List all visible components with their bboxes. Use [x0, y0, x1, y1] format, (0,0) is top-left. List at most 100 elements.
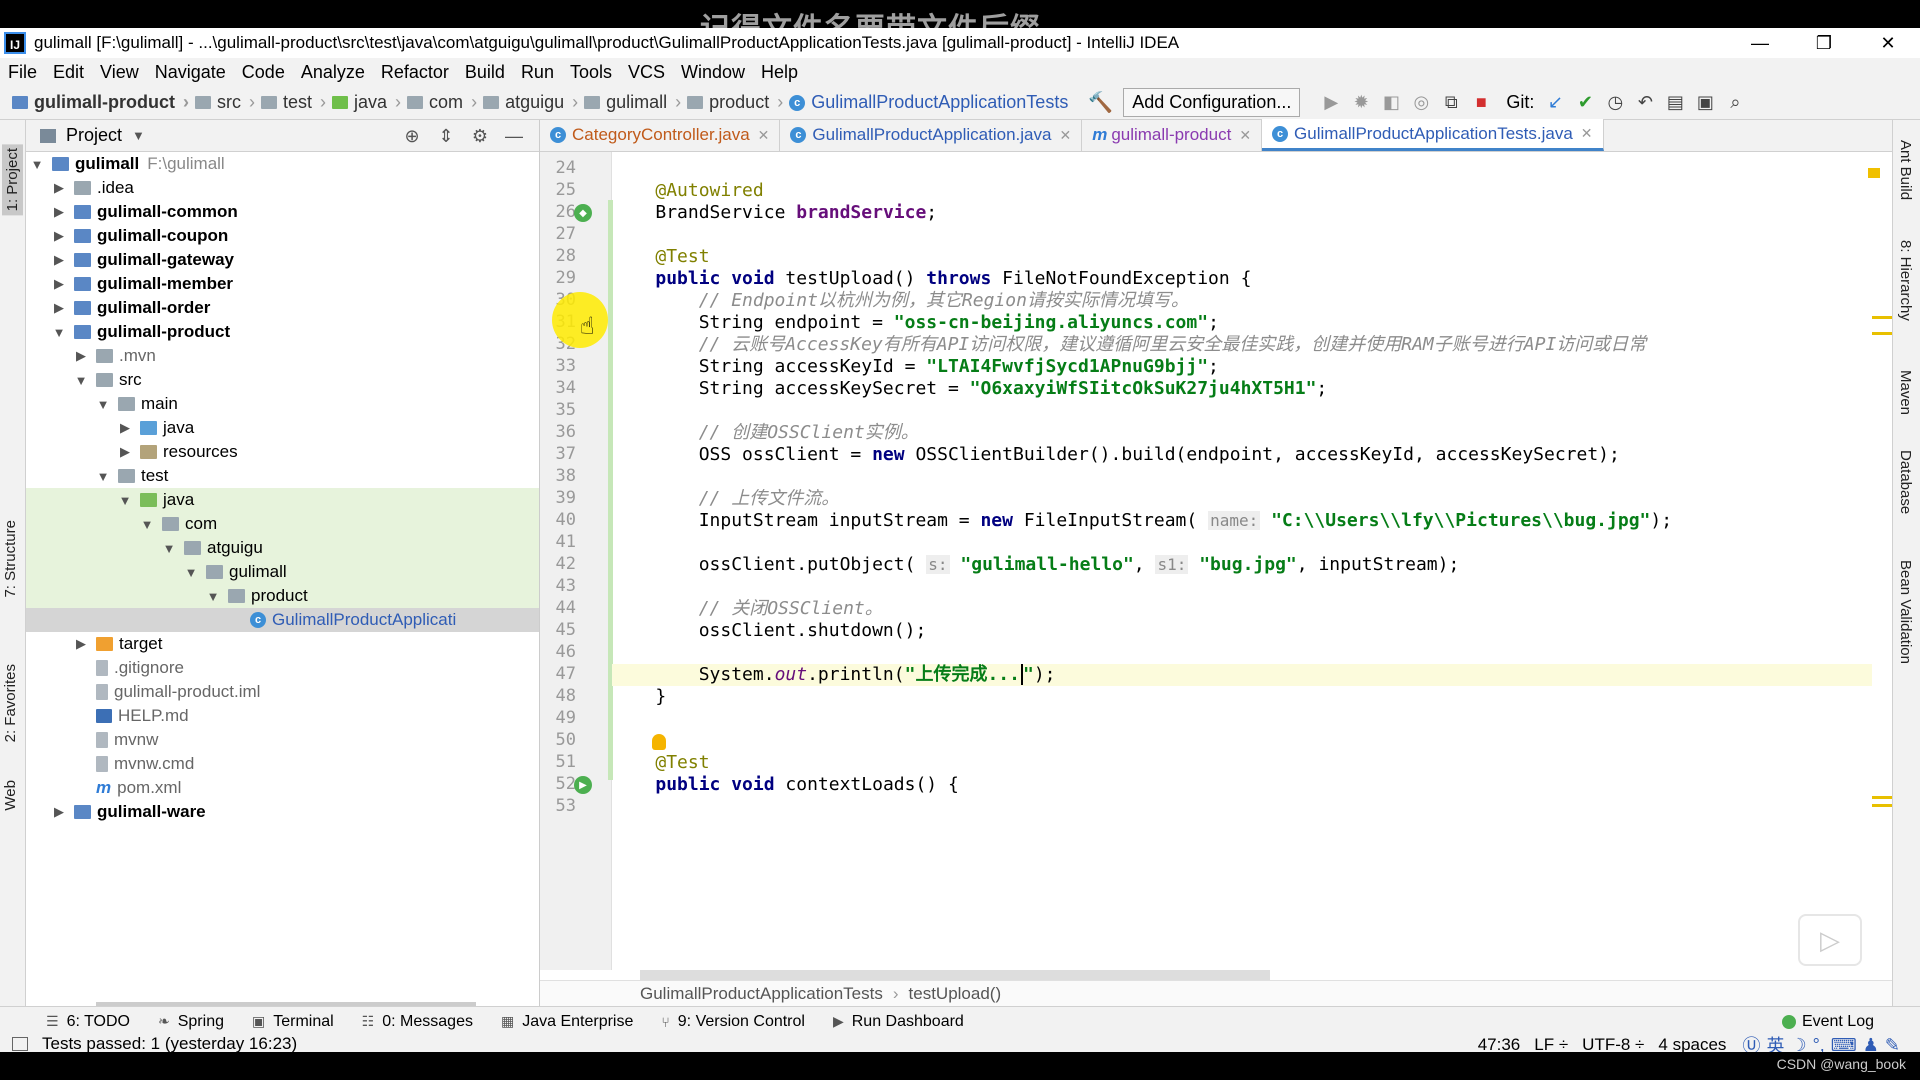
java-enterprise-tool-button[interactable]: ▦ Java Enterprise	[501, 1013, 633, 1031]
chevron-right-icon[interactable]: ▶	[118, 420, 132, 436]
tree-item-gulimall-common[interactable]: ▶ gulimall-common	[26, 200, 539, 224]
chevron-down-icon[interactable]: ▼	[52, 325, 66, 340]
database-tool-tab[interactable]: Database	[1897, 450, 1914, 514]
debug-icon[interactable]: ✹	[1346, 92, 1376, 113]
tree-item-atguigu[interactable]: ▼ atguigu	[26, 536, 539, 560]
locate-icon[interactable]: ⊕	[395, 126, 429, 147]
inspection-status-icon[interactable]	[1868, 168, 1880, 178]
tree-item-target[interactable]: ▶ target	[26, 632, 539, 656]
chevron-right-icon[interactable]: ▶	[74, 636, 88, 652]
event-log-button[interactable]: Event Log	[1781, 1013, 1874, 1031]
nav-crumb-java[interactable]: java ›	[332, 92, 401, 113]
git-rollback-icon[interactable]: ↶	[1630, 92, 1660, 113]
tree-item-gulimall-ware[interactable]: ▶ gulimall-ware	[26, 800, 539, 824]
chevron-right-icon[interactable]: ▶	[52, 276, 66, 292]
git-update-icon[interactable]: ↙	[1540, 92, 1570, 113]
gear-icon[interactable]: ⚙	[463, 126, 497, 147]
spring-tool-button[interactable]: ❧ Spring	[158, 1013, 224, 1031]
tree-item-mvnw[interactable]: mvnw	[26, 728, 539, 752]
nav-crumb-class[interactable]: c GulimallProductApplicationTests	[789, 92, 1068, 113]
tab-application-tests[interactable]: c GulimallProductApplicationTests.java ✕	[1262, 119, 1604, 151]
tree-item-gitignore[interactable]: .gitignore	[26, 656, 539, 680]
coverage-icon[interactable]: ◧	[1376, 92, 1406, 113]
tree-item-help-md[interactable]: HELP.md	[26, 704, 539, 728]
tree-item-gulimall-product[interactable]: ▼ gulimall-product	[26, 320, 539, 344]
tree-item-test-java[interactable]: ▼ java	[26, 488, 539, 512]
editor-horizontal-scrollbar[interactable]	[640, 970, 1270, 980]
nav-crumb-test[interactable]: test ›	[261, 92, 326, 113]
search-icon[interactable]: ⌕	[1720, 92, 1750, 113]
moon-icon[interactable]: ☽	[1790, 1035, 1806, 1053]
tree-item-iml[interactable]: gulimall-product.iml	[26, 680, 539, 704]
hierarchy-tool-tab[interactable]: 8: Hierarchy	[1897, 240, 1914, 321]
menu-build[interactable]: Build	[465, 62, 505, 83]
version-control-tool-button[interactable]: ⑂ 9: Version Control	[661, 1013, 805, 1031]
chevron-down-icon[interactable]: ▼	[132, 128, 145, 143]
maven-tool-tab[interactable]: Maven	[1897, 370, 1914, 415]
presentation-icon[interactable]: ▣	[1690, 92, 1720, 113]
line-number-gutter[interactable]: 24 25 26 27 28 29 30 31 32 33 34 35 36 3…	[540, 152, 613, 970]
menu-view[interactable]: View	[100, 62, 139, 83]
lightbulb-icon[interactable]	[652, 734, 666, 750]
breadcrumb-method[interactable]: testUpload()	[909, 984, 1002, 1004]
close-tab-icon[interactable]: ✕	[1581, 125, 1593, 142]
restore-button[interactable]: ❐	[1792, 28, 1856, 58]
build-project-icon[interactable]: ⧉	[1436, 92, 1466, 113]
run-dashboard-tool-button[interactable]: ▶ Run Dashboard	[833, 1013, 964, 1031]
tree-item-gulimall-coupon[interactable]: ▶ gulimall-coupon	[26, 224, 539, 248]
breadcrumb-class[interactable]: GulimallProductApplicationTests	[640, 984, 883, 1004]
minimize-button[interactable]: —	[1728, 28, 1792, 58]
code-editor[interactable]: @Autowired BrandService brandService; @T…	[612, 152, 1872, 970]
chevron-down-icon[interactable]: ▼	[118, 493, 132, 508]
git-history-icon[interactable]: ◷	[1600, 92, 1630, 113]
tree-item-com[interactable]: ▼ com	[26, 512, 539, 536]
bean-validation-tool-tab[interactable]: Bean Validation	[1897, 560, 1914, 664]
menu-navigate[interactable]: Navigate	[155, 62, 226, 83]
nav-crumb-gulimall[interactable]: gulimall ›	[584, 92, 681, 113]
tab-category-controller[interactable]: c CategoryController.java ✕	[540, 119, 781, 151]
chevron-right-icon[interactable]: ▶	[52, 180, 66, 196]
structure-tool-tab[interactable]: 7: Structure	[2, 520, 19, 598]
close-tab-icon[interactable]: ✕	[1239, 127, 1251, 144]
add-configuration-button[interactable]: Add Configuration...	[1123, 88, 1301, 117]
collapse-all-icon[interactable]: ⇕	[429, 126, 463, 147]
todo-tool-button[interactable]: ☰ 6: TODO	[46, 1013, 130, 1031]
terminal-tool-button[interactable]: ▣ Terminal	[252, 1013, 334, 1031]
tree-item-pkg-product[interactable]: ▼ product	[26, 584, 539, 608]
menu-vcs[interactable]: VCS	[628, 62, 665, 83]
menu-refactor[interactable]: Refactor	[381, 62, 449, 83]
tree-item-mvn[interactable]: ▶ .mvn	[26, 344, 539, 368]
tree-item-mvnw-cmd[interactable]: mvnw.cmd	[26, 752, 539, 776]
chevron-down-icon[interactable]: ▼	[30, 157, 44, 172]
keyboard-icon[interactable]: ⌨	[1831, 1035, 1857, 1053]
nav-crumb-module[interactable]: gulimall-product ›	[12, 92, 189, 113]
tab-pom-gulimall-product[interactable]: m gulimall-product ✕	[1082, 119, 1263, 151]
tree-item-gulimall-gateway[interactable]: ▶ gulimall-gateway	[26, 248, 539, 272]
chevron-right-icon[interactable]: ▶	[74, 348, 88, 364]
tree-item-idea[interactable]: ▶ .idea	[26, 176, 539, 200]
video-play-icon[interactable]: ▷	[1798, 914, 1862, 966]
web-tool-tab[interactable]: Web	[2, 780, 19, 811]
tree-item-pkg-gulimall[interactable]: ▼ gulimall	[26, 560, 539, 584]
chevron-right-icon[interactable]: ▶	[118, 444, 132, 460]
close-tab-icon[interactable]: ✕	[1059, 127, 1071, 144]
chevron-down-icon[interactable]: ▼	[96, 397, 110, 412]
chevron-down-icon[interactable]: ▼	[162, 541, 176, 556]
favorites-tool-tab[interactable]: 2: Favorites	[2, 664, 19, 742]
close-button[interactable]: ✕	[1856, 28, 1920, 58]
tree-item-main-java[interactable]: ▶ java	[26, 416, 539, 440]
tree-item-gulimall-order[interactable]: ▶ gulimall-order	[26, 296, 539, 320]
autowired-bean-icon[interactable]: ◆	[574, 204, 592, 222]
tree-item-pom[interactable]: m pom.xml	[26, 776, 539, 800]
chevron-down-icon[interactable]: ▼	[140, 517, 154, 532]
build-hammer-icon[interactable]: 🔨	[1088, 90, 1113, 115]
git-commit-icon[interactable]: ✔	[1570, 92, 1600, 113]
chevron-right-icon[interactable]: ▶	[52, 804, 66, 820]
chevron-down-icon[interactable]: ▼	[206, 589, 220, 604]
nav-crumb-src[interactable]: src ›	[195, 92, 255, 113]
ant-build-tool-tab[interactable]: Ant Build	[1897, 140, 1914, 200]
run-test-icon[interactable]: ▶	[574, 776, 592, 794]
menu-window[interactable]: Window	[681, 62, 745, 83]
menu-help[interactable]: Help	[761, 62, 798, 83]
chevron-right-icon[interactable]: ▶	[52, 252, 66, 268]
